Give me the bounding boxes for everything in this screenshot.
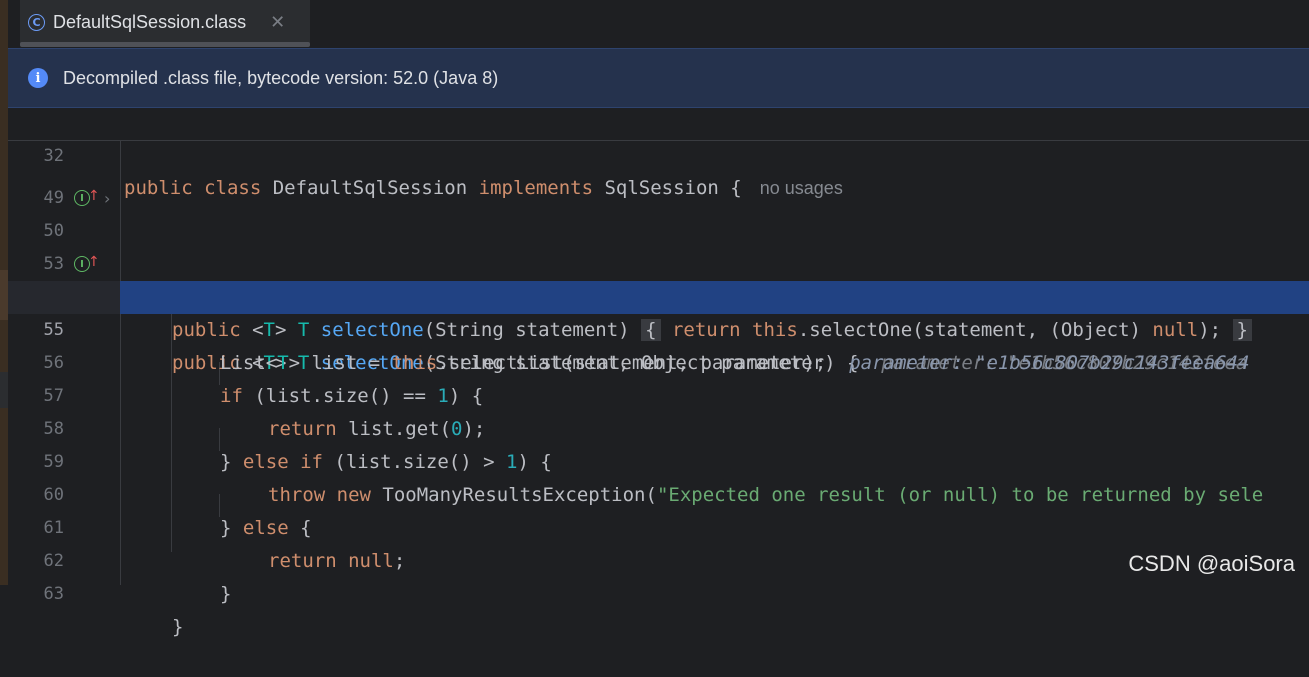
code-line-current[interactable]: 55 List<T> list = this.selectList(statem… bbox=[8, 281, 1309, 374]
editor-tab-bar: C DefaultSqlSession.class ✕ bbox=[8, 0, 1309, 48]
code-line[interactable]: 54 I↑ public <T> T selectOne(String stat… bbox=[8, 248, 1309, 374]
code-editor[interactable]: 32 public class DefaultSqlSession implem… bbox=[8, 108, 1309, 638]
arrow-up-icon: ↑ bbox=[88, 188, 100, 204]
close-icon[interactable]: ✕ bbox=[270, 12, 285, 33]
line-number: 32 bbox=[43, 146, 64, 166]
code-line[interactable]: 63 } bbox=[8, 545, 1309, 638]
class-icon: C bbox=[28, 13, 45, 31]
code-text: } bbox=[172, 616, 184, 638]
code-line[interactable]: 57 return list.get(0); bbox=[8, 347, 1309, 440]
tab-defaultsqlsession[interactable]: C DefaultSqlSession.class ✕ bbox=[20, 0, 310, 44]
code-line[interactable]: 59 throw new TooManyResultsException("Ex… bbox=[8, 413, 1309, 506]
code-line[interactable]: 61 return null; bbox=[8, 479, 1309, 572]
code-text: } bbox=[220, 583, 232, 605]
tab-active-indicator bbox=[20, 42, 310, 47]
decompiled-info-banner: i Decompiled .class file, bytecode versi… bbox=[8, 48, 1309, 108]
banner-text: Decompiled .class file, bytecode version… bbox=[63, 67, 499, 88]
info-icon: i bbox=[28, 68, 48, 88]
watermark: CSDN @aoiSora bbox=[1128, 551, 1295, 576]
code-line[interactable]: 58 } else if (list.size() > 1) { bbox=[8, 380, 1309, 473]
arrow-up-icon: ↑ bbox=[88, 254, 100, 270]
chevron-right-icon[interactable]: › bbox=[104, 182, 110, 215]
left-window-strip bbox=[0, 0, 8, 585]
code-line[interactable]: 60 } else { bbox=[8, 446, 1309, 539]
code-line[interactable]: 56 if (list.size() == 1) { bbox=[8, 314, 1309, 407]
usages-hint[interactable]: no usages bbox=[760, 178, 843, 198]
code-line[interactable]: 53 bbox=[8, 215, 1309, 274]
tab-title: DefaultSqlSession.class bbox=[53, 11, 247, 32]
line-number: 63 bbox=[43, 584, 64, 604]
code-line[interactable]: 62 } bbox=[8, 512, 1309, 605]
sticky-header-line[interactable]: 32 public class DefaultSqlSession implem… bbox=[8, 108, 1309, 199]
code-text: public class DefaultSqlSession implement… bbox=[124, 177, 843, 199]
